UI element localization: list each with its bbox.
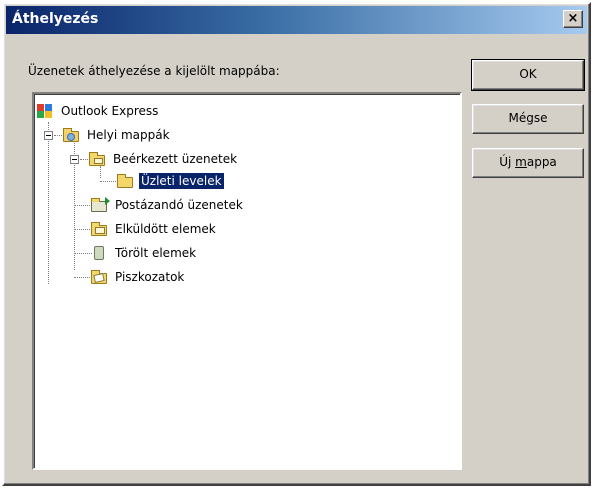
new-folder-label-prefix: Új: [499, 155, 516, 169]
tree-connector: [48, 122, 50, 284]
tree-item-label: Beérkezett üzenetek: [113, 152, 238, 166]
tree-item-label: Postázandó üzenetek: [115, 198, 243, 212]
close-icon: ×: [567, 11, 579, 26]
close-button[interactable]: ×: [563, 10, 583, 28]
tree-item-outbox[interactable]: Postázandó üzenetek: [90, 194, 245, 216]
collapse-inbox-toggle[interactable]: [70, 155, 79, 164]
collapse-local-folders-toggle[interactable]: [44, 131, 53, 140]
tree-item-label: Piszkozatok: [115, 270, 185, 284]
drafts-icon: [90, 269, 108, 285]
folder-icon: [116, 173, 134, 189]
new-folder-label-rest: appa: [526, 155, 557, 169]
tree-item-deleted-items[interactable]: Törölt elemek: [90, 242, 198, 264]
local-folders-icon: [62, 127, 80, 143]
tree-item-drafts[interactable]: Piszkozatok: [90, 266, 186, 288]
dialog-title: Áthelyezés: [12, 11, 99, 27]
outlook-express-icon: [36, 103, 54, 119]
tree-item-label: Törölt elemek: [115, 246, 197, 260]
tree-item-outlook-express[interactable]: Outlook Express: [36, 100, 160, 122]
tree-item-inbox[interactable]: Beérkezett üzenetek: [88, 148, 239, 170]
outbox-icon: [90, 197, 110, 213]
sent-items-icon: [90, 221, 108, 237]
tree-item-local-folders[interactable]: Helyi mappák: [62, 124, 172, 146]
folder-tree[interactable]: Outlook Express Helyi mappák Beérkezett …: [32, 92, 462, 470]
ok-button[interactable]: OK: [471, 59, 585, 91]
new-folder-button[interactable]: Új mappa: [472, 148, 584, 178]
new-folder-accelerator: m: [515, 155, 527, 169]
instruction-label: Üzenetek áthelyezése a kijelölt mappába:: [28, 64, 280, 78]
tree-item-label: Outlook Express: [61, 104, 159, 118]
title-bar[interactable]: Áthelyezés ×: [6, 6, 587, 34]
move-dialog: Áthelyezés × Üzenetek áthelyezése a kije…: [2, 2, 591, 486]
tree-item-label: Helyi mappák: [87, 128, 170, 142]
tree-item-sent-items[interactable]: Elküldött elemek: [90, 218, 218, 240]
cancel-button[interactable]: Mégse: [472, 104, 584, 134]
tree-item-label: Elküldött elemek: [115, 222, 216, 236]
tree-item-business-letters[interactable]: Üzleti levelek: [116, 170, 225, 192]
deleted-items-icon: [90, 245, 108, 261]
inbox-icon: [88, 151, 106, 167]
tree-item-label: Üzleti levelek: [138, 172, 225, 190]
